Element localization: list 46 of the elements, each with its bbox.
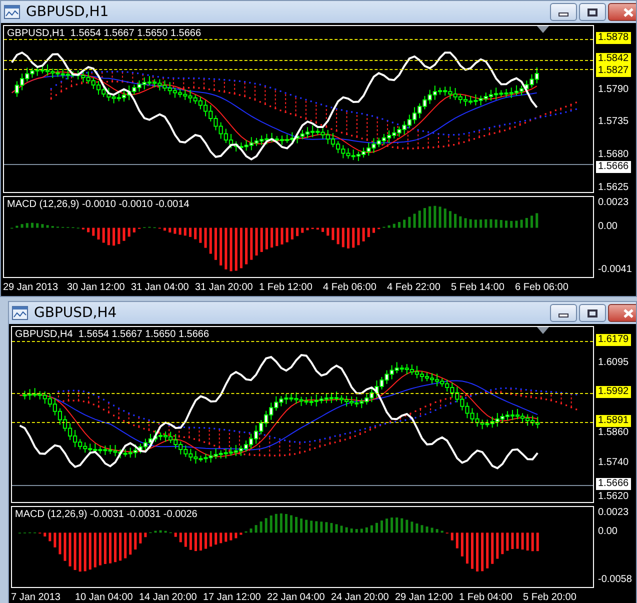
price-tick-label: 1.5625: [597, 182, 630, 194]
chart-quote: GBPUSD,H4 1.5654 1.5667 1.5650 1.5666: [15, 329, 210, 340]
price-tick-label: 1.5860: [597, 426, 630, 439]
time-label: 22 Jan 04:00: [267, 591, 326, 603]
price-tick-label: 1.6095: [597, 357, 630, 370]
time-label: 6 Feb 06:00: [515, 281, 570, 295]
time-label: 14 Jan 20:00: [139, 591, 198, 603]
price-tick-label: 1.5790: [597, 84, 630, 96]
window-title: GBPUSD,H4: [34, 305, 118, 321]
indicator-label: MACD (12,26,9) -0.0010 -0.0010 -0.0014: [7, 199, 190, 210]
indicator-tick-label: -0.0041: [597, 264, 633, 276]
indicator-tick-label: 0.00: [597, 526, 618, 538]
indicator-tick-label: 0.00: [597, 220, 618, 233]
price-level-label: 1.5891: [596, 414, 631, 427]
time-label: 10 Jan 04:00: [75, 591, 134, 603]
current-price-label: 1.5666: [596, 161, 631, 173]
time-label: 31 Jan 04:00: [131, 281, 190, 295]
current-price-label: 1.5666: [596, 478, 631, 490]
time-label: 30 Jan 12:00: [67, 281, 126, 295]
time-label: 29 Jan 2013: [3, 281, 60, 295]
time-label: 29 Jan 12:00: [395, 591, 454, 603]
price-level-label: 1.6179: [596, 334, 631, 346]
time-label: 4 Feb 06:00: [323, 281, 378, 295]
time-label: 5 Feb 20:00: [523, 591, 578, 603]
price-tick-label: 1.5740: [597, 457, 630, 470]
indicator-tick-label: 0.0023: [597, 507, 630, 519]
time-label: 17 Jan 12:00: [203, 591, 262, 603]
time-label: 1 Feb 04:00: [459, 591, 514, 603]
time-label: 24 Jan 20:00: [331, 591, 390, 603]
time-label: 7 Jan 2013: [11, 591, 62, 603]
price-tick-label: 1.5620: [597, 491, 630, 504]
time-label: 31 Jan 20:00: [195, 281, 254, 295]
indicator-tick-label: -0.0058: [597, 574, 633, 586]
chart-quote: GBPUSD,H1 1.5654 1.5667 1.5650 1.5666: [7, 28, 202, 39]
price-level-label: 1.5992: [596, 386, 631, 398]
price-tick-label: 1.5680: [597, 149, 630, 161]
time-label: 5 Feb 14:00: [451, 281, 506, 295]
price-level-label: 1.5827: [596, 65, 631, 78]
time-label: 1 Feb 12:00: [259, 281, 314, 295]
window-title: GBPUSD,H1: [26, 4, 110, 20]
price-level-label: 1.5842: [596, 53, 631, 66]
indicator-label: MACD (12,26,9) -0.0031 -0.0031 -0.0026: [15, 509, 198, 520]
price-level-label: 1.5878: [596, 32, 631, 44]
indicator-tick-label: 0.0023: [597, 197, 630, 209]
time-label: 4 Feb 22:00: [387, 281, 442, 295]
price-tick-label: 1.5735: [597, 116, 630, 128]
